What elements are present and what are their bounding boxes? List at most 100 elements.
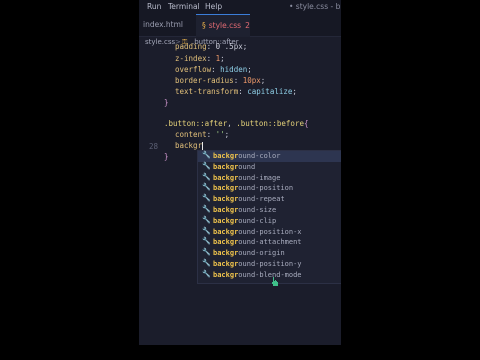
editor-window: Run Terminal Help • style.css - button i… [139, 0, 341, 345]
match-rest: ound-position [238, 184, 294, 193]
wrench-icon: 🔧 [202, 248, 211, 257]
breadcrumb-file[interactable]: style.css [145, 38, 175, 46]
code-token: } [164, 98, 169, 107]
match-rest: ound-image [238, 173, 281, 182]
code-token: : [206, 54, 216, 63]
suggestion-label: background [213, 163, 255, 171]
code-token: z-index [175, 54, 207, 63]
code-token: .button::after [164, 119, 228, 128]
suggestion-label: background-clip [213, 217, 276, 225]
match-rest: ound-position-y [238, 260, 302, 268]
suggestion-item[interactable]: 🔧 background-size [198, 205, 341, 216]
match-highlight: backgr [213, 249, 239, 258]
suggestion-label: background-color [213, 152, 280, 160]
suggestion-item[interactable]: 🔧 background-position-x [198, 227, 341, 238]
code-token: : [206, 130, 216, 139]
match-highlight: backgr [213, 195, 239, 204]
code-token: ; [247, 65, 252, 74]
code-token: ; [224, 130, 230, 139]
wrench-icon: 🔧 [202, 205, 211, 213]
wrench-icon: 🔧 [202, 161, 211, 170]
suggestion-label: background-position-y [213, 260, 302, 268]
suggestion-item[interactable]: 🔧 background-blend-mode [198, 270, 341, 281]
tab-bar: index.html § style.css 2 [139, 14, 341, 37]
mouse-pointer-icon [272, 277, 278, 286]
match-highlight: backgr [213, 152, 239, 160]
code-line: } [164, 152, 169, 161]
code-token: , [227, 119, 237, 128]
match-rest: ound-attachment [238, 238, 302, 247]
menu-run[interactable]: Run [147, 2, 161, 11]
match-rest: ound-blend-mode [238, 270, 302, 279]
css-icon: § [202, 21, 206, 30]
suggestion-item[interactable]: 🔧 background-repeat [198, 194, 341, 205]
code-token: overflow [175, 65, 212, 74]
code-token: content [175, 130, 207, 139]
menu-help[interactable]: Help [205, 2, 222, 11]
match-highlight: backgr [213, 260, 239, 268]
code-token: : [238, 87, 248, 96]
suggestion-item[interactable]: 🔧 background-attachment [198, 237, 341, 248]
code-token: : [211, 65, 221, 74]
wrench-icon: 🔧 [202, 194, 211, 203]
problem-count-badge: 2 [245, 21, 250, 30]
code-line: z-index: 1; [175, 54, 225, 63]
suggestion-label: background-origin [213, 249, 285, 257]
suggestion-label: background-repeat [213, 195, 285, 203]
tab-index-html[interactable]: index.html [139, 14, 198, 36]
tab-label: index.html [143, 20, 183, 29]
code-line: text-transform: capitalize; [175, 87, 297, 96]
match-highlight: backgr [213, 216, 239, 225]
code-token: ; [292, 87, 297, 96]
match-highlight: backgr [213, 184, 239, 193]
suggestion-item[interactable]: 🔧 background-color [198, 151, 341, 162]
code-token: .button::before [236, 119, 304, 128]
code-token: } [164, 152, 169, 161]
autocomplete-popup: 🔧 background-color 🔧 background 🔧 background-… [197, 150, 341, 284]
suggestion-item[interactable]: 🔧 background [198, 162, 341, 173]
suggestion-label: background-attachment [213, 238, 302, 246]
wrench-icon: 🔧 [202, 215, 211, 224]
match-rest: ound-repeat [238, 195, 285, 204]
code-line: overflow: hidden; [175, 65, 252, 74]
suggestion-item[interactable]: 🔧 background-image [198, 173, 341, 184]
code-line: content: ''; [175, 130, 229, 139]
window-title: • style.css - button [289, 2, 341, 11]
match-highlight: backgr [213, 162, 239, 171]
code-line: } [164, 98, 169, 107]
code-token: backgr [175, 141, 203, 150]
match-highlight: backgr [213, 270, 239, 279]
suggestion-label: background-position-x [213, 228, 302, 236]
suggestion-label: background-size [213, 206, 276, 214]
wrench-icon: 🔧 [202, 151, 211, 159]
match-rest: ound [238, 162, 256, 171]
code-token: 10px [242, 76, 261, 85]
suggestion-item[interactable]: 🔧 background-origin [198, 248, 341, 259]
suggestion-item[interactable]: 🔧 background-position-y [198, 259, 341, 270]
code-token: hidden [220, 65, 248, 74]
menu-terminal[interactable]: Terminal [168, 2, 200, 11]
code-token: text-transform [175, 87, 239, 96]
suggestion-label: background-blend-mode [213, 271, 302, 279]
suggestion-item[interactable]: 🔧 background-position [198, 183, 341, 194]
tab-label: style.css [208, 21, 242, 30]
match-highlight: backgr [213, 227, 239, 236]
code-line: padding: 0 .5px; [175, 42, 247, 51]
match-rest: ound-clip [238, 216, 277, 225]
code-token: padding [175, 42, 207, 51]
suggestion-item[interactable]: 🔧 background-clip [198, 216, 341, 227]
line-number: 28 [148, 142, 158, 151]
wrench-icon: 🔧 [202, 237, 211, 246]
code-token: border-radius [175, 76, 234, 85]
menu-bar: Run Terminal Help • style.css - button [139, 0, 341, 14]
wrench-icon: 🔧 [202, 259, 211, 267]
code-token: capitalize [247, 87, 293, 96]
wrench-icon: 🔧 [202, 172, 211, 181]
match-highlight: backgr [213, 173, 239, 182]
suggestion-label: background-image [213, 174, 280, 182]
code-token: { [303, 119, 309, 128]
match-rest: ound-size [238, 206, 277, 214]
tab-style-css[interactable]: § style.css 2 [196, 14, 250, 37]
match-rest: ound-color [238, 152, 281, 160]
code-token: : [233, 76, 243, 85]
